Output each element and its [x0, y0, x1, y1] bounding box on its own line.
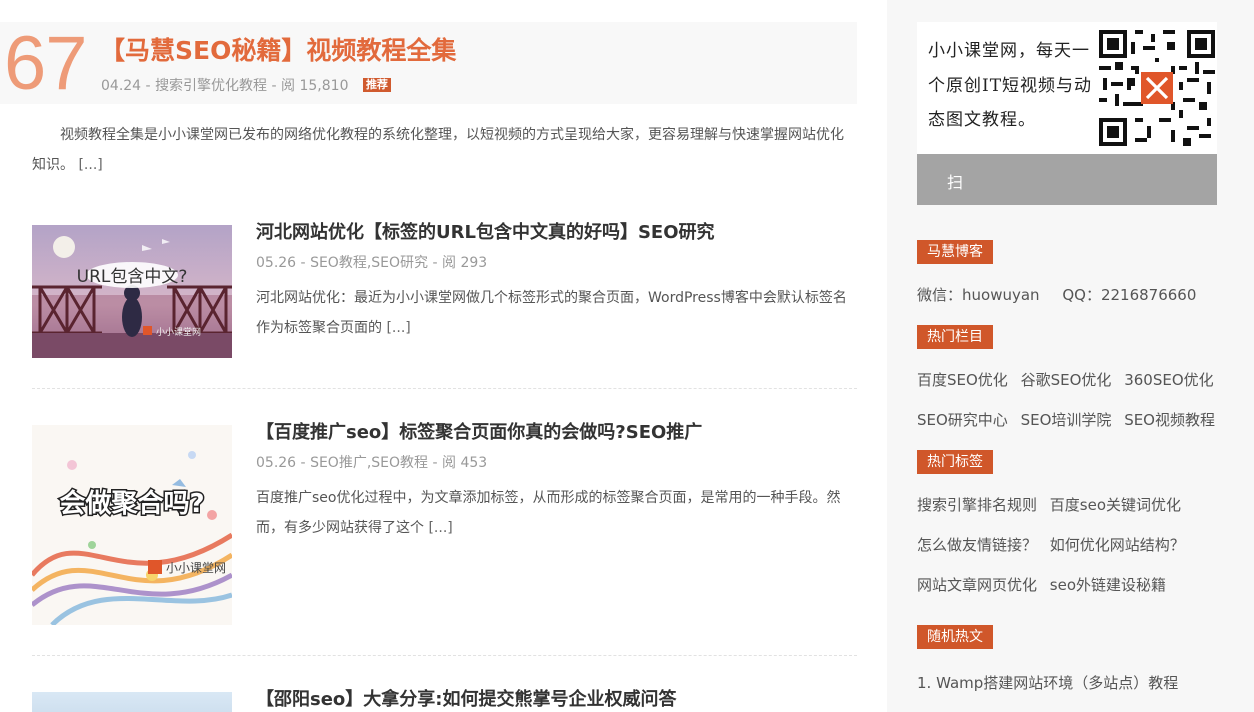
post-category[interactable]: 搜索引擎优化教程	[155, 78, 267, 94]
qq-text: QQ：2216876660	[1062, 286, 1197, 304]
hot-tags-row: 怎么做友情链接？ 如何优化网站结构？	[917, 535, 1185, 555]
hot-tag-link[interactable]: 如何优化网站结构？	[1050, 536, 1185, 554]
post-divider	[32, 655, 857, 656]
post-date: 05.26	[256, 455, 297, 471]
post-category[interactable]: SEO推广,SEO教程	[310, 455, 428, 471]
post-thumbnail[interactable]: URL包含中文? 小小课堂网	[32, 225, 232, 358]
hot-tag-link[interactable]: seo外链建设秘籍	[1050, 576, 1166, 594]
featured-number: 67	[4, 21, 88, 106]
read-more-link[interactable]: [...]	[428, 520, 452, 536]
post-item: 【邵阳seo】大拿分享:如何提交熊掌号企业权威问答	[32, 689, 857, 712]
featured-post-excerpt: 视频教程全集是小小课堂网已发布的网络优化教程的系统化整理，以短视频的方式呈现给大…	[32, 120, 852, 180]
qr-promo-box: 小小课堂网，每天一个原创IT短视频与动态图文教程。	[917, 22, 1217, 154]
post-category[interactable]: SEO教程,SEO研究	[310, 255, 428, 271]
view-count: 15,810	[299, 78, 349, 94]
hot-columns-row: SEO研究中心 SEO培训学院 SEO视频教程	[917, 410, 1215, 430]
view-count: 293	[460, 255, 488, 271]
hot-column-link[interactable]: 360SEO优化	[1124, 371, 1213, 389]
thumbnail-caption: URL包含中文?	[77, 267, 188, 287]
post-excerpt: 百度推广seo优化过程中，为文章添加标签，从而形成的标签聚合页面，是常用的一种手…	[256, 483, 856, 543]
post-divider	[32, 388, 857, 389]
contact-info: 微信：huowuyan QQ：2216876660	[917, 285, 1204, 305]
hot-column-link[interactable]: 谷歌SEO优化	[1021, 371, 1112, 389]
excerpt-text: 视频教程全集是小小课堂网已发布的网络优化教程的系统化整理，以短视频的方式呈现给大…	[32, 127, 844, 173]
scan-label: 扫	[947, 173, 964, 192]
featured-post-title[interactable]: 【马慧SEO秘籍】视频教程全集	[100, 34, 456, 68]
random-post-link[interactable]: 1. Wamp搭建网站环境（多站点）教程	[917, 674, 1178, 692]
views-label: 阅	[442, 255, 456, 271]
section-heading-random-posts: 随机热文	[917, 625, 993, 649]
hot-column-link[interactable]: SEO研究中心	[917, 411, 1008, 429]
hot-tag-link[interactable]: 搜索引擎排名规则	[917, 496, 1037, 514]
thumbnail-image: URL包含中文? 小小课堂网	[32, 225, 232, 358]
post-meta: 05.26 - SEO推广,SEO教程 - 阅 453	[256, 455, 488, 471]
post-thumbnail[interactable]	[32, 692, 232, 712]
hot-column-link[interactable]: SEO视频教程	[1124, 411, 1215, 429]
post-title[interactable]: 【邵阳seo】大拿分享:如何提交熊掌号企业权威问答	[256, 685, 676, 712]
hot-tags-row: 网站文章网页优化 seo外链建设秘籍	[917, 575, 1166, 595]
hot-tag-link[interactable]: 怎么做友情链接？	[917, 536, 1037, 554]
post-title[interactable]: 【百度推广seo】标签聚合页面你真的会做吗?SEO推广	[256, 418, 702, 448]
post-title[interactable]: 河北网站优化【标签的URL包含中文真的好吗】SEO研究	[256, 218, 715, 248]
section-heading-hot-columns: 热门栏目	[917, 325, 993, 349]
hot-tag-link[interactable]: 百度seo关键词优化	[1050, 496, 1181, 514]
thumbnail-image: 会做聚合吗? 小小课堂网	[32, 425, 232, 625]
thumbnail-watermark: 小小课堂网	[166, 561, 226, 575]
hot-tag-link[interactable]: 网站文章网页优化	[917, 576, 1037, 594]
post-excerpt: 河北网站优化：最近为小小课堂网做几个标签形式的聚合页面，WordPress博客中…	[256, 283, 856, 343]
excerpt-text: 百度推广seo优化过程中，为文章添加标签，从而形成的标签聚合页面，是常用的一种手…	[256, 490, 841, 536]
post-meta: 05.26 - SEO教程,SEO研究 - 阅 293	[256, 255, 488, 271]
recommend-badge: 推荐	[362, 78, 391, 92]
excerpt-text: 河北网站优化：最近为小小课堂网做几个标签形式的聚合页面，WordPress博客中…	[256, 290, 847, 336]
view-count: 453	[460, 455, 488, 471]
read-more-link[interactable]: [...]	[78, 157, 102, 173]
scan-bar: 扫	[917, 154, 1217, 205]
post-item: URL包含中文? 小小课堂网 河北网站优化【标签的URL包含中文真的好吗】SEO…	[32, 222, 857, 358]
hot-tags-row: 搜索引擎排名规则 百度seo关键词优化	[917, 495, 1181, 515]
qr-promo-text: 小小课堂网，每天一个原创IT短视频与动态图文教程。	[928, 41, 1093, 130]
section-heading-hot-tags: 热门标签	[917, 450, 993, 474]
hot-columns-row: 百度SEO优化 谷歌SEO优化 360SEO优化	[917, 370, 1214, 390]
thumbnail-watermark: 小小课堂网	[156, 326, 201, 338]
read-more-link[interactable]: [...]	[386, 320, 410, 336]
hot-column-link[interactable]: 百度SEO优化	[917, 371, 1008, 389]
post-thumbnail[interactable]: 会做聚合吗? 小小课堂网	[32, 425, 232, 625]
post-item: 会做聚合吗? 小小课堂网 【百度推广seo】标签聚合页面你真的会做吗?SEO推广…	[32, 422, 857, 625]
views-label: 阅	[281, 78, 296, 94]
wechat-text: 微信：huowuyan	[917, 286, 1040, 304]
thumbnail-caption: 会做聚合吗?	[59, 488, 204, 519]
post-date: 04.24	[101, 78, 142, 94]
post-date: 05.26	[256, 255, 297, 271]
hot-column-link[interactable]: SEO培训学院	[1021, 411, 1112, 429]
section-heading-blog: 马慧博客	[917, 240, 993, 264]
featured-post-meta: 04.24 - 搜索引擎优化教程 - 阅 15,810 推荐	[101, 76, 391, 96]
random-post-list: 1. Wamp搭建网站环境（多站点）教程	[917, 673, 1178, 693]
views-label: 阅	[442, 455, 456, 471]
qr-code-icon	[1099, 30, 1215, 146]
